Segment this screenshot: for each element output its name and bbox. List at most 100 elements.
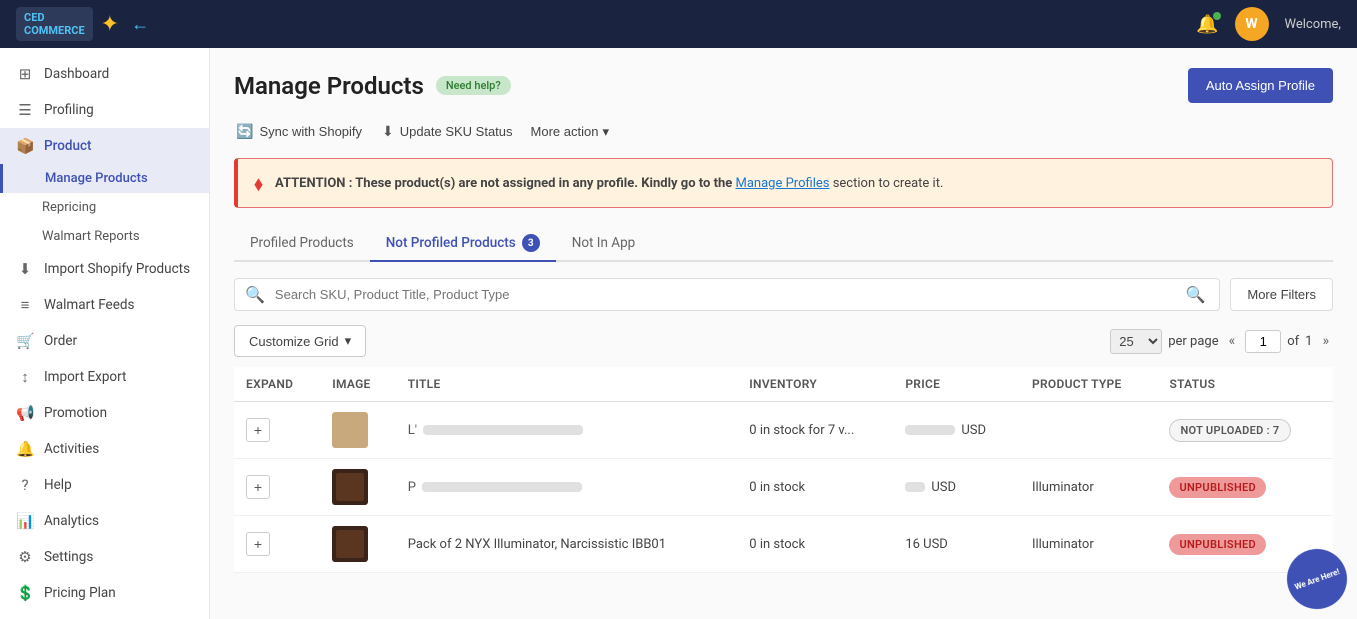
sidebar-item-activities[interactable]: 🔔 Activities — [0, 431, 209, 467]
sidebar-item-pricing-plan[interactable]: 💲 Pricing Plan — [0, 575, 209, 611]
more-action-button[interactable]: More action ▾ — [531, 124, 609, 140]
order-icon: 🛒 — [16, 332, 34, 350]
page-title: Manage Products — [234, 72, 424, 100]
col-title: TITLE — [396, 367, 738, 402]
auto-assign-profile-button[interactable]: Auto Assign Profile — [1188, 68, 1333, 103]
customize-grid-label: Customize Grid — [249, 334, 339, 349]
sidebar-item-contact-us[interactable]: 📞 Contact Us — [0, 611, 209, 619]
profiling-icon: ☰ — [16, 101, 34, 119]
sidebar-label-settings: Settings — [44, 549, 93, 565]
sidebar-item-walmart-feeds[interactable]: ≡ Walmart Feeds — [0, 287, 209, 323]
sync-icon: 🔄 — [236, 123, 253, 140]
sidebar-label-promotion: Promotion — [44, 405, 107, 421]
sidebar-subitem-manage-products[interactable]: Manage Products — [0, 164, 209, 193]
walmart-star-icon: ✦ — [101, 12, 119, 37]
search-wrapper: 🔍 🔍 — [234, 278, 1220, 311]
chevron-down-icon: ▾ — [345, 333, 352, 349]
pagination-row: Customize Grid ▾ 25 50 100 per page « of… — [234, 325, 1333, 357]
avatar[interactable]: W — [1235, 7, 1269, 41]
inventory-value: 0 in stock — [749, 480, 805, 495]
manage-products-label: Manage Products — [45, 171, 148, 186]
sidebar-item-import-export[interactable]: ↕ Import Export — [0, 359, 209, 395]
sidebar-subitem-repricing[interactable]: Repricing — [0, 193, 209, 222]
sidebar-item-help[interactable]: ? Help — [0, 467, 209, 503]
col-inventory: INVENTORY — [737, 367, 893, 402]
product-tabs: Profiled Products Not Profiled Products … — [234, 226, 1333, 262]
inventory-value: 0 in stock for 7 v... — [749, 423, 854, 438]
sidebar-item-analytics[interactable]: 📊 Analytics — [0, 503, 209, 539]
current-page-input[interactable] — [1245, 330, 1281, 353]
price-currency: USD — [961, 423, 986, 438]
more-filters-button[interactable]: More Filters — [1230, 278, 1333, 311]
sidebar-label-import-export: Import Export — [44, 369, 126, 385]
manage-profiles-link[interactable]: Manage Profiles — [736, 176, 830, 191]
customize-grid-button[interactable]: Customize Grid ▾ — [234, 325, 366, 357]
sidebar-item-product[interactable]: 📦 Product — [0, 128, 209, 164]
search-icon: 🔍 — [245, 285, 265, 304]
sidebar-item-promotion[interactable]: 📢 Promotion — [0, 395, 209, 431]
sidebar-subitem-walmart-reports[interactable]: Walmart Reports — [0, 222, 209, 251]
table-row: + Pack of 2 NYX Illuminator, Narcissisti… — [234, 516, 1333, 573]
alert-icon: ⬧ — [254, 171, 263, 195]
inventory-cell: 0 in stock — [737, 516, 893, 573]
product-image — [332, 412, 368, 448]
need-help-badge[interactable]: Need help? — [436, 76, 511, 95]
expand-button[interactable]: + — [246, 418, 270, 442]
pagination-controls: 25 50 100 per page « of 1 » — [1110, 329, 1333, 354]
promotion-icon: 📢 — [16, 404, 34, 422]
repricing-label: Repricing — [42, 200, 96, 215]
inventory-cell: 0 in stock — [737, 459, 893, 516]
product-title-prefix: P — [408, 480, 416, 495]
price-placeholder-bar — [905, 482, 925, 492]
walmart-feeds-icon: ≡ — [16, 296, 34, 314]
search-input[interactable] — [271, 279, 1182, 310]
expand-button[interactable]: + — [246, 532, 270, 556]
notification-dot — [1213, 12, 1221, 20]
price-value: 16 USD — [905, 537, 948, 552]
notification-bell-icon[interactable]: 🔔 — [1196, 14, 1218, 35]
table-row: + L' 0 in stock for 7 v... — [234, 402, 1333, 459]
back-icon[interactable]: ← — [131, 14, 149, 35]
search-row: 🔍 🔍 More Filters — [234, 278, 1333, 311]
search-submit-button[interactable]: 🔍 — [1181, 281, 1209, 309]
sidebar-label-analytics: Analytics — [44, 513, 99, 529]
logo-text: CEDCOMMERCE — [24, 11, 85, 37]
tab-not-in-app[interactable]: Not In App — [556, 226, 652, 262]
sidebar-item-dashboard[interactable]: ⊞ Dashboard — [0, 56, 209, 92]
sidebar-label-dashboard: Dashboard — [44, 66, 109, 82]
pricing-plan-icon: 💲 — [16, 584, 34, 602]
first-page-button[interactable]: « — [1225, 331, 1240, 351]
product-type-cell — [1020, 402, 1158, 459]
attention-label: ATTENTION : These product(s) are not ass… — [275, 176, 732, 191]
image-cell — [320, 459, 396, 516]
tab-profiled-products[interactable]: Profiled Products — [234, 226, 370, 262]
title-cell: P — [396, 459, 738, 516]
not-profiled-count-badge: 3 — [522, 234, 540, 252]
col-product-type: PRODUCT TYPE — [1020, 367, 1158, 402]
update-sku-button[interactable]: ⬇ Update SKU Status — [380, 119, 514, 144]
chevron-down-icon: ▾ — [602, 124, 609, 140]
expand-button[interactable]: + — [246, 475, 270, 499]
more-action-label: More action — [531, 124, 599, 139]
last-page-button[interactable]: » — [1318, 331, 1333, 351]
settings-icon: ⚙ — [16, 548, 34, 566]
expand-cell: + — [234, 516, 320, 573]
top-navigation: CEDCOMMERCE ✦ ← 🔔 W Welcome, — [0, 0, 1357, 48]
col-status: STATUS — [1157, 367, 1333, 402]
sidebar-item-settings[interactable]: ⚙ Settings — [0, 539, 209, 575]
sidebar-item-profiling[interactable]: ☰ Profiling — [0, 92, 209, 128]
col-image: IMAGE — [320, 367, 396, 402]
product-icon: 📦 — [16, 137, 34, 155]
sync-shopify-button[interactable]: 🔄 Sync with Shopify — [234, 119, 364, 144]
sidebar-label-order: Order — [44, 333, 77, 349]
sync-label: Sync with Shopify — [259, 124, 362, 139]
product-title-prefix: L' — [408, 423, 417, 438]
price-currency: USD — [931, 480, 956, 495]
sidebar-item-import-shopify[interactable]: ⬇ Import Shopify Products — [0, 251, 209, 287]
logo[interactable]: CEDCOMMERCE ✦ — [16, 7, 119, 41]
sidebar-item-order[interactable]: 🛒 Order — [0, 323, 209, 359]
per-page-select[interactable]: 25 50 100 — [1110, 329, 1162, 354]
table-header-row: EXPAND IMAGE TITLE INVENTORY PRICE PRODU… — [234, 367, 1333, 402]
tab-not-profiled-products[interactable]: Not Profiled Products 3 — [370, 226, 556, 262]
activities-icon: 🔔 — [16, 440, 34, 458]
